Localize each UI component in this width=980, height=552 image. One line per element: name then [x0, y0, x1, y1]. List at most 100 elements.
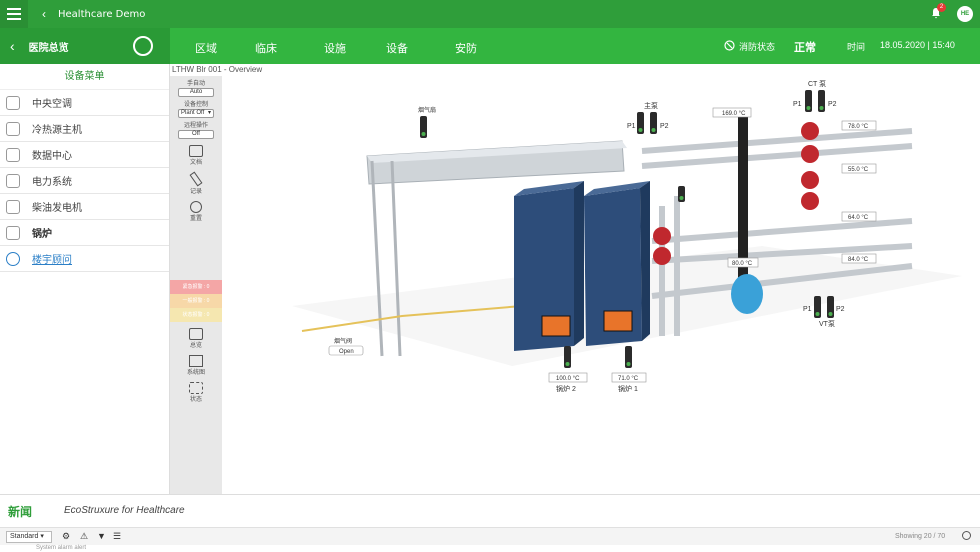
sidebar-item-label: 中央空调 [32, 99, 72, 110]
showing-count: Showing 20 / 70 [895, 533, 946, 540]
sidebar-item-generator[interactable]: 柴油发电机 [0, 194, 169, 220]
news-title: 新闻 [8, 505, 33, 519]
status-caption: 状态 [189, 397, 202, 403]
chevron-down-icon: ▾ [207, 110, 211, 116]
sidebar-item-label: 柴油发电机 [32, 203, 82, 214]
temp-right-1: 78.0 °C [848, 124, 869, 130]
main-pump-p1: P1 [627, 123, 636, 130]
notification-badge: 2 [937, 3, 946, 12]
flue-fan-label: 烟气扇 [418, 106, 436, 114]
list-icon[interactable]: ☰ [113, 531, 121, 542]
tab-security[interactable]: 安防 [455, 40, 477, 56]
damper-label: 烟气阀 [334, 337, 352, 345]
back-button[interactable]: ‹ [42, 7, 46, 21]
boiler-icon [6, 225, 20, 240]
snowflake-icon [6, 121, 20, 136]
sidebar-item-label: 冷热源主机 [32, 125, 82, 136]
nav-title: 医院总览 [28, 42, 69, 54]
filter-icon[interactable]: ▼ [97, 531, 106, 541]
overview-caption: 总览 [189, 343, 202, 349]
boiler2-label: 锅炉 2 [556, 384, 576, 393]
time-label: 时间 [847, 42, 866, 52]
nav-left: ‹ 医院总览 [0, 28, 170, 64]
sidebar-item-boiler[interactable]: 锅炉 [0, 220, 169, 246]
plant-control-select[interactable]: Plant Off ▾ [178, 109, 214, 118]
pencil-icon[interactable] [189, 171, 203, 187]
control-panel: 手自动 Auto 设备控制 Plant Off ▾ 远程操作 Off 文档 记录 … [170, 76, 222, 494]
main-pump-label: 主泵 [644, 101, 658, 110]
alarm-status[interactable]: 状态报警 : 0 [170, 308, 222, 322]
scada-canvas: 烟气扇 主泵 P1 P2 CT 泵 P1 P2 P1 P2 VT泵 169.0 … [222, 76, 980, 494]
sidebar-item-advisor[interactable]: 楼宇顾问 [0, 246, 169, 272]
brand-label: EcoStruxure for Healthcare [64, 505, 185, 516]
alarm-urgent[interactable]: 紧急报警 : 0 [170, 280, 222, 294]
damper-state: Open [339, 349, 354, 355]
datetime: 18.05.2020 | 15:40 [880, 40, 955, 50]
tab-clinical[interactable]: 临床 [255, 40, 277, 56]
fire-status-value: 正常 [794, 42, 816, 54]
row-text: System alarm alert [36, 545, 87, 551]
sidebar-item-label: 数据中心 [32, 151, 72, 162]
news-panel: 新闻 EcoStruxure for Healthcare Standard ▾… [0, 494, 980, 551]
hamburger-menu-icon[interactable] [0, 0, 28, 28]
filter-value: Standard [10, 533, 39, 540]
temp-right-3: 64.0 °C [848, 215, 869, 221]
avatar[interactable]: HE [957, 6, 973, 22]
tab-facilities[interactable]: 设施 [324, 40, 346, 56]
generator-icon [6, 199, 20, 214]
fire-status-label: 消防状态 [739, 42, 776, 52]
temp-mid: 80.0 °C [732, 261, 753, 267]
vt-pump-label: VT泵 [819, 320, 835, 328]
sidebar-item-hvac[interactable]: 中央空调 [0, 90, 169, 116]
fire-status-icon [724, 40, 735, 51]
overview-icon[interactable] [189, 328, 203, 340]
vt-pump-p1: P1 [803, 306, 812, 313]
boiler2-temp: 100.0 °C [556, 376, 580, 382]
alarm-toolbar: Standard ▾ ⚙ ⚠ ▼ ☰ Showing 20 / 70 [0, 527, 980, 545]
sidebar-item-chiller[interactable]: 冷热源主机 [0, 116, 169, 142]
alert-icon[interactable]: ⚠ [80, 531, 88, 542]
boiler1-label: 锅炉 1 [618, 384, 638, 393]
document-icon[interactable] [189, 145, 203, 157]
boiler1-fire [603, 310, 633, 332]
sidebar-item-datacenter[interactable]: 数据中心 [0, 142, 169, 168]
plant-control-label: 设备控制 [183, 102, 208, 108]
sidebar-item-power[interactable]: 电力系统 [0, 168, 169, 194]
hand-auto-label: 手自动 [186, 81, 205, 87]
remote-op-label: 远程操作 [183, 123, 208, 129]
settings-icon[interactable]: ⚙ [62, 531, 70, 542]
filter-select[interactable]: Standard ▾ [6, 531, 52, 543]
server-icon [6, 147, 20, 162]
hand-auto-button[interactable]: Auto [178, 88, 214, 97]
tab-area[interactable]: 区域 [195, 40, 217, 56]
document-caption: 文档 [189, 160, 202, 166]
lightning-icon [6, 173, 20, 188]
sidebar-item-label: 锅炉 [32, 229, 52, 240]
sidebar-header: 设备菜单 [0, 64, 169, 90]
remote-op-button[interactable]: Off [178, 130, 214, 139]
plant-control-value: Plant Off [181, 110, 205, 116]
grid-icon[interactable] [189, 382, 203, 394]
breadcrumb: LTHW Blr 001 - Overview [172, 65, 263, 74]
hospital-logo-icon [133, 36, 153, 56]
main-pump-p2: P2 [660, 123, 669, 130]
search-icon[interactable] [962, 531, 971, 540]
nav-bar: ‹ 医院总览 区域 临床 设施 设备 安防 消防状态 正常 时间 18.05.2… [0, 28, 980, 64]
boiler1-temp: 71.0 °C [618, 376, 639, 382]
vt-pump-p2: P2 [836, 306, 845, 313]
sidebar-item-label: 楼宇顾问 [32, 255, 72, 266]
boiler2-fire [541, 315, 571, 337]
gear-icon [6, 251, 20, 266]
record-caption: 记录 [189, 189, 202, 195]
tab-equipment[interactable]: 设备 [386, 40, 408, 56]
diagram-caption: 系统图 [186, 370, 205, 376]
diagram-icon[interactable] [189, 355, 203, 367]
sidebar-item-label: 电力系统 [32, 177, 72, 188]
alarm-general[interactable]: 一般报警 : 0 [170, 294, 222, 308]
temp-top: 169.0 °C [722, 111, 746, 117]
ct-pump-p1: P1 [793, 101, 802, 108]
reset-icon[interactable] [190, 201, 202, 213]
temp-right-4: 84.0 °C [848, 257, 869, 263]
nav-back-button[interactable]: ‹ [10, 38, 15, 54]
